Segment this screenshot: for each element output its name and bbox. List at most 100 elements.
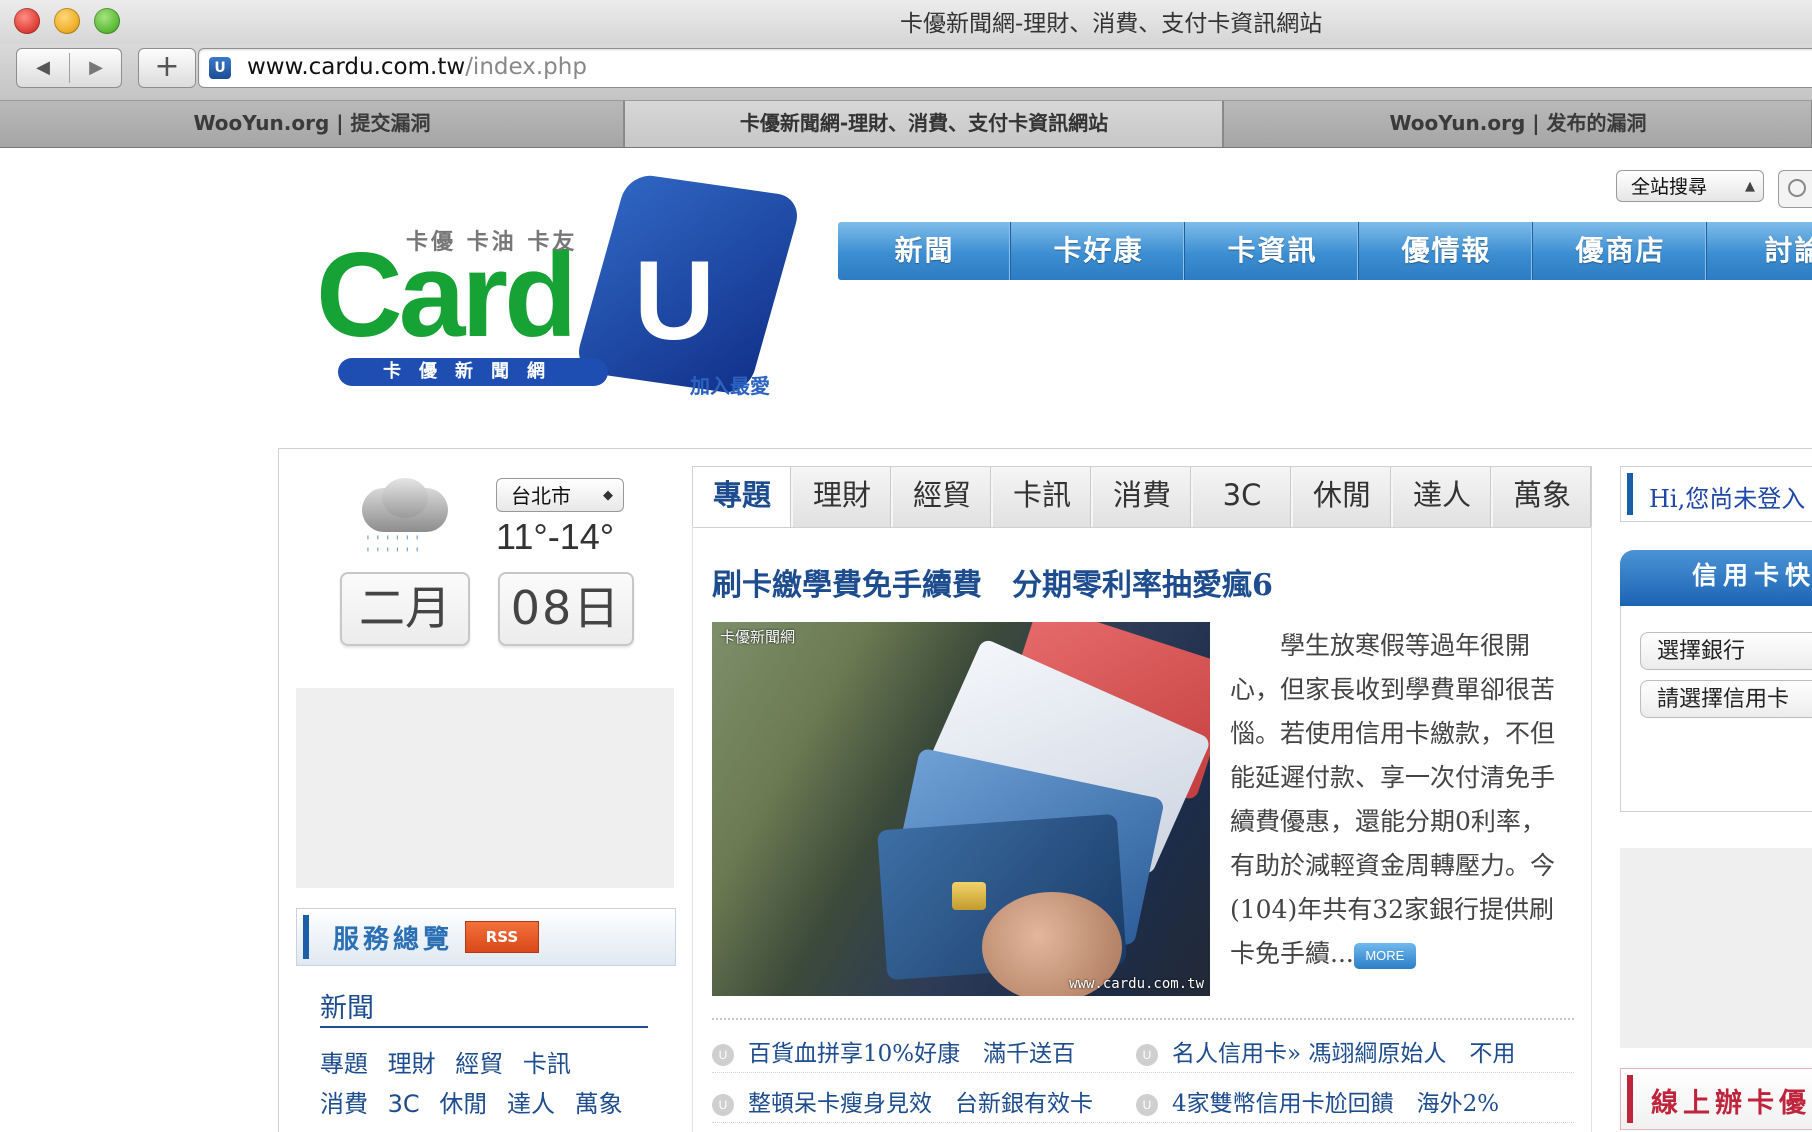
featured-headline[interactable]: 刷卡繳學費免手續費 分期零利率抽愛瘋6 bbox=[712, 560, 1273, 604]
service-link[interactable]: 消費 bbox=[320, 1090, 368, 1118]
news-bullet-icon: U bbox=[1136, 1044, 1158, 1066]
tab-wooyun-submit[interactable]: WooYun.org | 提交漏洞 bbox=[0, 101, 624, 147]
add-bookmark-button[interactable]: + bbox=[138, 48, 196, 88]
photo-watermark-url: www.cardu.com.tw bbox=[1069, 976, 1204, 992]
accent-bar bbox=[303, 915, 309, 959]
url-text[interactable]: www.cardu.com.tw/index.php bbox=[247, 54, 587, 80]
accent-bar bbox=[1627, 1075, 1633, 1123]
login-status-text[interactable]: Hi,您尚未登入 bbox=[1649, 479, 1805, 514]
tab-cardu[interactable]: 卡優新聞網-理財、消費、支付卡資訊網站 bbox=[624, 101, 1224, 147]
nav-card-deals[interactable]: 卡好康 bbox=[1012, 222, 1185, 280]
date-day: 08日 bbox=[498, 572, 634, 646]
search-scope-select[interactable]: 全站搜尋 ▲ bbox=[1616, 170, 1764, 202]
tab-card-news[interactable]: 卡訊 bbox=[993, 467, 1091, 527]
service-link[interactable]: 理財 bbox=[388, 1050, 436, 1078]
tab-finance[interactable]: 理財 bbox=[793, 467, 891, 527]
ad-placeholder bbox=[1620, 848, 1812, 1048]
divider bbox=[712, 1018, 1574, 1020]
service-link[interactable]: 達人 bbox=[507, 1090, 555, 1118]
news-bullet-icon: U bbox=[712, 1094, 734, 1116]
rss-button[interactable]: RSS bbox=[465, 921, 539, 953]
photo-shape bbox=[952, 882, 986, 910]
news-title: 百貨血拼享10%好康 滿千送百 bbox=[748, 1041, 1076, 1067]
services-links-row1: 專題 理財 經貿 卡訊 bbox=[320, 1044, 583, 1079]
news-title: 整頓呆卡瘦身見效 台新銀有效卡 bbox=[748, 1091, 1093, 1117]
service-link[interactable]: 萬象 bbox=[575, 1090, 623, 1118]
tab-misc[interactable]: 萬象 bbox=[1493, 467, 1591, 527]
news-list-item[interactable]: U 名人信用卡» 馮翊綱原始人 不用 bbox=[1136, 1034, 1515, 1068]
divider bbox=[712, 1072, 1574, 1073]
chevron-left-icon: ◀ bbox=[36, 57, 50, 78]
temperature: 11°-14° bbox=[496, 516, 615, 557]
service-link[interactable]: 專題 bbox=[320, 1050, 368, 1078]
cloud-shape bbox=[382, 478, 428, 518]
news-title: 4家雙幣信用卡尬回饋 海外2% bbox=[1172, 1091, 1500, 1117]
divider bbox=[712, 1122, 1574, 1123]
logo-u-letter: U bbox=[634, 238, 715, 363]
forward-button[interactable]: ▶ bbox=[70, 49, 122, 87]
nav-card-info[interactable]: 卡資訊 bbox=[1186, 222, 1359, 280]
divider bbox=[320, 1026, 648, 1028]
service-link[interactable]: 卡訊 bbox=[523, 1050, 571, 1078]
history-buttons: ◀ ▶ bbox=[16, 48, 122, 88]
site-logo[interactable]: U Card 卡優 卡油 卡友 卡優新聞網 加入最愛 bbox=[278, 166, 804, 406]
plus-icon: + bbox=[154, 49, 180, 84]
search-icon bbox=[1788, 179, 1806, 197]
credit-card-search-header: 信用卡快 bbox=[1620, 550, 1812, 606]
login-status-box: Hi,您尚未登入 bbox=[1620, 466, 1812, 522]
web-page: U Card 卡優 卡油 卡友 卡優新聞網 加入最愛 全站搜尋 ▲ 新聞 卡好康… bbox=[0, 148, 1812, 1132]
online-apply-box[interactable]: 線上辦卡優 bbox=[1620, 1068, 1812, 1130]
nav-forum[interactable]: 討論 bbox=[1708, 222, 1812, 280]
nav-news[interactable]: 新聞 bbox=[838, 222, 1011, 280]
back-button[interactable]: ◀ bbox=[17, 49, 69, 87]
browser-toolbar: ◀ ▶ + U www.cardu.com.tw/index.php bbox=[0, 44, 1812, 101]
nav-shop[interactable]: 優商店 bbox=[1534, 222, 1707, 280]
summary-text: 學生放寒假等過年很開心，但家長收到學費單卻很苦惱。若使用信用卡繳款，不但能延遲付… bbox=[1230, 631, 1556, 968]
tab-consumer[interactable]: 消費 bbox=[1093, 467, 1191, 527]
card-select[interactable]: 請選擇信用卡 bbox=[1640, 680, 1812, 718]
bank-select[interactable]: 選擇銀行 bbox=[1640, 632, 1812, 670]
services-links-row2: 消費 3C 休閒 達人 萬象 bbox=[320, 1084, 635, 1119]
url-path: /index.php bbox=[465, 54, 587, 80]
accent-bar bbox=[1627, 473, 1633, 515]
rain-drops: '''''' '''''' bbox=[366, 534, 426, 562]
news-title: 名人信用卡» 馮翊綱原始人 不用 bbox=[1172, 1041, 1516, 1067]
category-tabs: 專題 理財 經貿 卡訊 消費 3C 休閒 達人 萬象 bbox=[692, 466, 1592, 528]
add-favorite-link[interactable]: 加入最愛 bbox=[690, 370, 770, 399]
tab-wooyun-published[interactable]: WooYun.org | 发布的漏洞 bbox=[1224, 101, 1812, 147]
services-section-title[interactable]: 新聞 bbox=[320, 986, 374, 1025]
services-header: 服務總覽 RSS bbox=[296, 908, 676, 966]
chevron-right-icon: ▶ bbox=[89, 57, 103, 78]
address-bar[interactable]: U www.cardu.com.tw/index.php bbox=[198, 48, 1812, 88]
minimize-window-button[interactable] bbox=[54, 8, 80, 34]
select-arrows-icon: ◆ bbox=[603, 488, 613, 503]
close-window-button[interactable] bbox=[14, 8, 40, 34]
tab-feature[interactable]: 專題 bbox=[693, 467, 791, 527]
city-value: 台北市 bbox=[511, 484, 571, 508]
zoom-window-button[interactable] bbox=[94, 8, 120, 34]
services-title: 服務總覽 bbox=[333, 925, 454, 955]
tab-3c[interactable]: 3C bbox=[1193, 467, 1291, 527]
news-list-item[interactable]: U 4家雙幣信用卡尬回饋 海外2% bbox=[1136, 1084, 1499, 1118]
search-button[interactable] bbox=[1778, 170, 1812, 208]
news-bullet-icon: U bbox=[712, 1044, 734, 1066]
window-title: 卡優新聞網-理財、消費、支付卡資訊網站 bbox=[900, 11, 1323, 37]
main-nav: 新聞 卡好康 卡資訊 優情報 優商店 討論 bbox=[838, 222, 1812, 280]
tab-leisure[interactable]: 休閒 bbox=[1293, 467, 1391, 527]
service-link[interactable]: 3C bbox=[388, 1090, 420, 1118]
news-list-item[interactable]: U 百貨血拼享10%好康 滿千送百 bbox=[712, 1034, 1075, 1068]
tab-expert[interactable]: 達人 bbox=[1393, 467, 1491, 527]
more-button[interactable]: MORE bbox=[1353, 942, 1416, 969]
service-link[interactable]: 經貿 bbox=[455, 1050, 503, 1078]
featured-summary: 學生放寒假等過年很開心，但家長收到學費單卻很苦惱。若使用信用卡繳款，不但能延遲付… bbox=[1230, 624, 1570, 976]
date-month: 二月 bbox=[340, 572, 470, 646]
service-link[interactable]: 休閒 bbox=[439, 1090, 487, 1118]
featured-photo[interactable]: 卡優新聞網 www.cardu.com.tw bbox=[712, 622, 1210, 996]
window-titlebar: 卡優新聞網-理財、消費、支付卡資訊網站 bbox=[0, 0, 1812, 44]
news-bullet-icon: U bbox=[1136, 1094, 1158, 1116]
select-arrows-icon: ▲ bbox=[1745, 179, 1755, 194]
nav-intel[interactable]: 優情報 bbox=[1360, 222, 1533, 280]
news-list-item[interactable]: U 整頓呆卡瘦身見效 台新銀有效卡 bbox=[712, 1084, 1093, 1118]
city-select[interactable]: 台北市 ◆ bbox=[496, 478, 624, 512]
tab-economy[interactable]: 經貿 bbox=[893, 467, 991, 527]
